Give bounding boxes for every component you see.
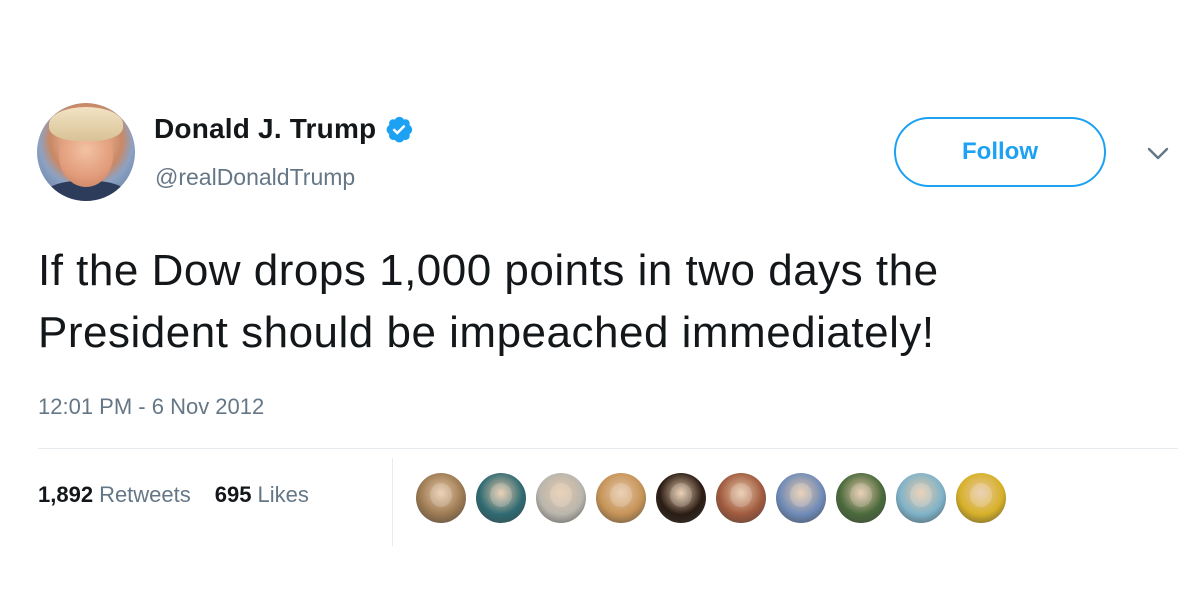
likes-label: Likes [257, 482, 309, 507]
user-handle[interactable]: @realDonaldTrump [155, 164, 355, 191]
tweet-text: If the Dow drops 1,000 points in two day… [38, 240, 1178, 364]
liker-avatar[interactable] [416, 473, 466, 523]
chevron-down-icon[interactable] [1144, 143, 1172, 163]
retweets-label: Retweets [99, 482, 191, 507]
retweets-stat[interactable]: 1,892 Retweets [38, 482, 191, 508]
liker-avatar[interactable] [536, 473, 586, 523]
avatar[interactable] [37, 103, 135, 201]
likes-count: 695 [214, 482, 252, 507]
liker-avatar[interactable] [776, 473, 826, 523]
liker-avatar[interactable] [836, 473, 886, 523]
stats-separator [392, 458, 393, 546]
follow-button[interactable]: Follow [894, 117, 1106, 187]
tweet-stats: 1,892 Retweets 695 Likes [38, 482, 333, 508]
tweet-text-line: If the Dow drops 1,000 points in two day… [38, 246, 939, 295]
liker-avatar[interactable] [896, 473, 946, 523]
liker-avatar[interactable] [716, 473, 766, 523]
liker-avatar[interactable] [476, 473, 526, 523]
liker-avatar[interactable] [596, 473, 646, 523]
name-row: Donald J. Trump [154, 113, 414, 145]
retweets-count: 1,892 [38, 482, 94, 507]
tweet-card: Donald J. Trump @realDonaldTrump Follow … [0, 0, 1200, 611]
display-name[interactable]: Donald J. Trump [154, 113, 376, 145]
liker-avatars [416, 473, 1006, 523]
divider [38, 448, 1178, 449]
likes-stat[interactable]: 695 Likes [215, 482, 309, 508]
tweet-text-line: President should be impeached immediatel… [38, 308, 935, 357]
tweet-timestamp[interactable]: 12:01 PM - 6 Nov 2012 [38, 394, 264, 420]
liker-avatar[interactable] [656, 473, 706, 523]
verified-badge-icon [386, 116, 413, 143]
liker-avatar[interactable] [956, 473, 1006, 523]
avatar-hair [49, 107, 123, 141]
